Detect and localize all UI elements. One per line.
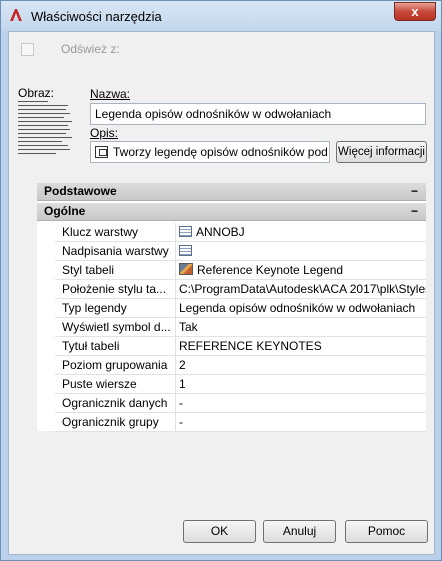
property-row[interactable]: Puste wiersze 1	[55, 375, 426, 394]
description-field[interactable]: Tworzy legendę opisów odnośników pod	[90, 141, 330, 163]
property-value[interactable]: Tak	[176, 318, 426, 337]
property-value[interactable]: 2	[176, 356, 426, 375]
help-button[interactable]: Pomoc	[345, 520, 428, 543]
property-row[interactable]: Tytuł tabeli REFERENCE KEYNOTES	[55, 337, 426, 356]
description-label: Opis:	[90, 126, 119, 140]
property-name: Nadpisania warstwy	[55, 242, 176, 261]
property-name: Położenie stylu ta...	[55, 280, 176, 299]
property-value[interactable]: Reference Keynote Legend	[176, 261, 426, 280]
refresh-label: Odśwież z:	[61, 42, 120, 56]
category-basic[interactable]: Podstawowe −	[37, 183, 426, 201]
property-name: Klucz warstwy	[55, 223, 176, 242]
category-general-label: Ogólne	[44, 204, 86, 218]
name-field[interactable]: Legenda opisów odnośników w odwołaniach	[90, 103, 426, 125]
property-value[interactable]: ANNOBJ	[176, 223, 426, 242]
property-row[interactable]: Położenie stylu ta... C:\ProgramData\Aut…	[55, 280, 426, 299]
collapse-icon[interactable]: −	[411, 183, 418, 200]
property-row[interactable]: Typ legendy Legenda opisów odnośników w …	[55, 299, 426, 318]
property-value[interactable]: -	[176, 413, 426, 432]
property-value[interactable]	[176, 242, 426, 261]
refresh-checkbox[interactable]	[21, 43, 34, 56]
title-bar[interactable]: Właściwości narzędzia x	[1, 1, 441, 31]
dialog-content: Odśwież z: Obraz: Nazwa: Legenda opisów …	[8, 31, 435, 555]
category-general[interactable]: Ogólne −	[37, 203, 426, 221]
autodesk-app-icon	[10, 9, 22, 21]
property-value[interactable]: Legenda opisów odnośników w odwołaniach	[176, 299, 426, 318]
ok-button[interactable]: OK	[183, 520, 256, 543]
property-value[interactable]: 1	[176, 375, 426, 394]
preview-image	[18, 101, 80, 163]
property-row[interactable]: Wyświetl symbol d... Tak	[55, 318, 426, 337]
more-info-button[interactable]: Więcej informacji	[336, 141, 427, 163]
property-value[interactable]: REFERENCE KEYNOTES	[176, 337, 426, 356]
collapse-icon[interactable]: −	[411, 203, 418, 220]
property-row[interactable]: Ogranicznik grupy -	[55, 413, 426, 432]
style-icon	[179, 263, 193, 275]
close-button[interactable]: x	[394, 2, 436, 21]
property-name: Ogranicznik danych	[55, 394, 176, 413]
cancel-button[interactable]: Anuluj	[263, 520, 336, 543]
property-row[interactable]: Nadpisania warstwy	[55, 242, 426, 261]
property-row[interactable]: Klucz warstwy ANNOBJ	[55, 223, 426, 242]
property-name: Typ legendy	[55, 299, 176, 318]
property-row[interactable]: Styl tabeli Reference Keynote Legend	[55, 261, 426, 280]
properties-panel: Podstawowe − Ogólne − Klucz warstwy ANNO…	[37, 183, 426, 432]
category-basic-label: Podstawowe	[44, 184, 117, 198]
property-name: Wyświetl symbol d...	[55, 318, 176, 337]
property-name: Ogranicznik grupy	[55, 413, 176, 432]
property-name: Styl tabeli	[55, 261, 176, 280]
property-value[interactable]: -	[176, 394, 426, 413]
property-name: Poziom grupowania	[55, 356, 176, 375]
preview-label: Obraz:	[18, 86, 55, 100]
table-icon	[179, 245, 192, 256]
description-text: Tworzy legendę opisów odnośników pod	[113, 145, 328, 159]
table-icon	[179, 226, 192, 237]
property-rows: Klucz warstwy ANNOBJ Nadpisania warstwy …	[55, 223, 426, 432]
property-row[interactable]: Ogranicznik danych -	[55, 394, 426, 413]
property-name: Puste wiersze	[55, 375, 176, 394]
property-row[interactable]: Poziom grupowania 2	[55, 356, 426, 375]
dialog-window: Właściwości narzędzia x Odśwież z: Obraz…	[0, 0, 442, 561]
edit-description-icon[interactable]	[95, 146, 108, 158]
name-label: Nazwa:	[90, 87, 131, 101]
property-name: Tytuł tabeli	[55, 337, 176, 356]
window-title: Właściwości narzędzia	[31, 9, 162, 24]
property-value[interactable]: C:\ProgramData\Autodesk\ACA 2017\plk\Sty…	[176, 280, 426, 299]
